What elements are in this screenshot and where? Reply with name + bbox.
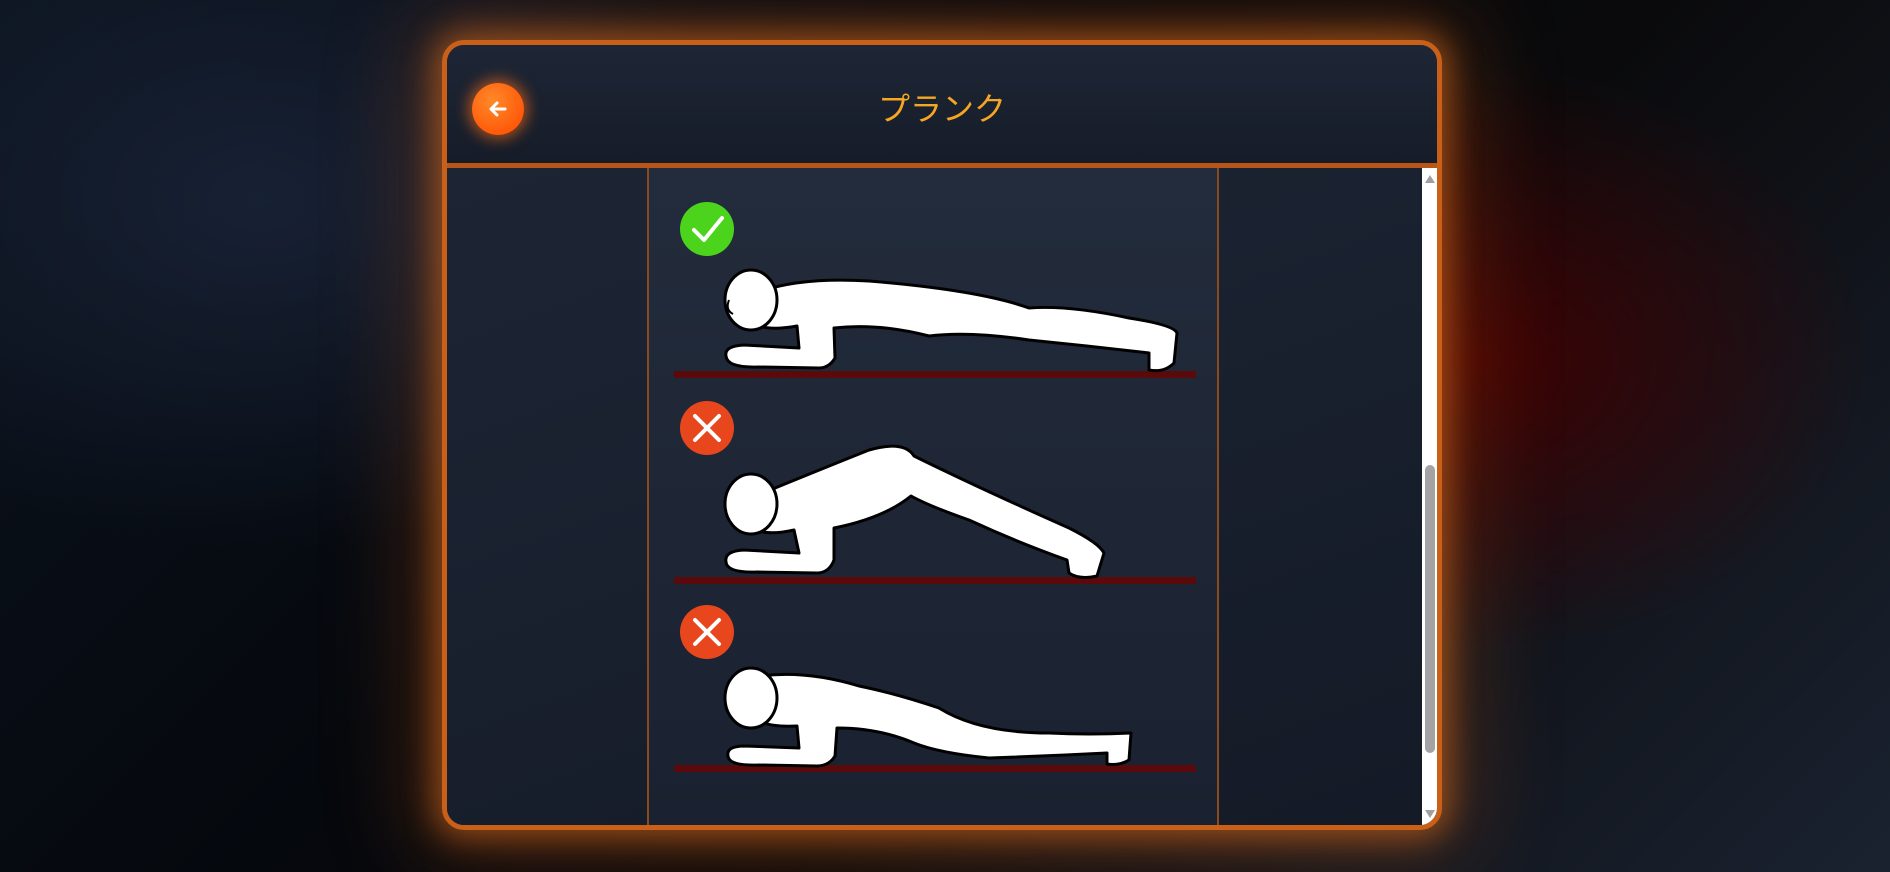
vertical-scrollbar[interactable] <box>1422 168 1437 825</box>
correct-form-row <box>674 202 1196 378</box>
page-title: プランク <box>877 90 1006 128</box>
plank-figure-hips-sagging <box>723 666 1133 768</box>
floor-line <box>674 577 1196 584</box>
scroll-up-arrow-icon[interactable] <box>1425 175 1435 183</box>
hips-sagging-form-row <box>674 605 1196 772</box>
content-area <box>447 168 1422 825</box>
plank-figure-correct <box>723 268 1179 373</box>
plank-form-figures <box>674 202 1196 772</box>
scroll-down-arrow-icon[interactable] <box>1425 810 1435 818</box>
check-icon <box>680 202 734 256</box>
scroll-thumb[interactable] <box>1425 465 1435 753</box>
hips-high-form-row <box>674 401 1196 584</box>
floor-line <box>674 371 1196 378</box>
header-bar: プランク <box>447 45 1437 168</box>
plank-window: プランク <box>442 40 1442 830</box>
plank-form-illustration <box>647 168 1219 825</box>
plank-figure-hips-high <box>723 444 1106 579</box>
x-icon <box>680 401 734 455</box>
x-icon <box>680 605 734 659</box>
